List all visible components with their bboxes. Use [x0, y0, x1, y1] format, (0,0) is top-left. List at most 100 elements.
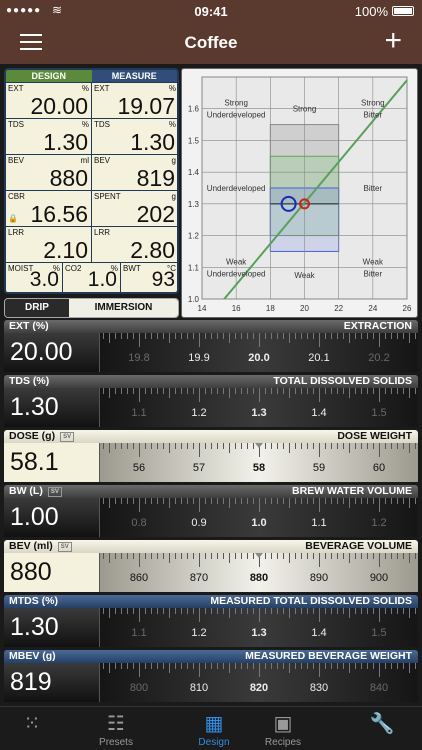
grid-cell-bwt[interactable]: BWT °C 93	[121, 263, 177, 292]
ruler-tick-label: 900	[369, 572, 389, 584]
ruler-tick	[355, 608, 356, 614]
grid-cell-co2[interactable]: CO2% 1.0	[63, 263, 120, 292]
sv-badge: SV	[57, 542, 72, 552]
grid-cell-moist[interactable]: MOIST% 3.0	[6, 263, 62, 292]
ruler-ticks	[100, 388, 418, 404]
cell-label: BEV	[94, 156, 111, 165]
ruler-tick	[277, 443, 278, 449]
ruler-tick-label: 1.1	[131, 627, 147, 639]
cell-unit: %	[81, 84, 89, 93]
y-tick-label: 1.0	[188, 295, 200, 304]
ruler-tick	[205, 608, 206, 614]
dose-ruler[interactable]: 56 57 58 59 60	[100, 443, 418, 482]
ruler-tick	[235, 333, 236, 339]
bev-value[interactable]: 880	[4, 553, 100, 592]
cell-value: 819	[136, 165, 175, 191]
ruler-tick	[319, 333, 320, 347]
ruler-tick	[139, 498, 140, 512]
bw-value[interactable]: 1.00	[4, 498, 100, 537]
value-pointer	[255, 553, 263, 558]
extraction-chart[interactable]: Strong Underdeveloped Strong Strong Bitter Un…	[181, 68, 418, 318]
ruler-tick	[337, 388, 338, 394]
grid-cell-ext-measure[interactable]: EXT% 19.07	[92, 83, 177, 118]
grid-icon: ⁙	[23, 713, 41, 735]
ruler-tick	[367, 443, 368, 449]
ruler-tick	[229, 553, 230, 563]
ruler-tick	[361, 443, 362, 449]
grid-cell-bev-measure[interactable]: BEV g 819	[92, 155, 177, 191]
mbev-header: MBEV (g) MEASURED BEVERAGE WEIGHT	[4, 650, 418, 663]
grid-cell-lrr-measure[interactable]: LRR 2.80	[92, 227, 177, 262]
grid-cell-tds-design[interactable]: TDS% 1.30	[6, 119, 91, 154]
grid-cell-cbr-design[interactable]: CBR 16.56 🔒	[6, 191, 91, 226]
ruler-tick	[247, 608, 248, 614]
tds-title: TOTAL DISSOLVED SOLIDS	[273, 375, 412, 387]
tds-ruler[interactable]: 1.1 1.2 1.3 1.4 1.5	[100, 388, 418, 427]
ruler-tick-label: 1.0	[251, 517, 267, 529]
ruler-tick	[145, 333, 146, 339]
mbev-value[interactable]: 819	[4, 663, 100, 702]
ruler-tick	[397, 663, 398, 669]
ruler-tick	[193, 498, 194, 504]
ruler-tick-label: 0.9	[191, 517, 207, 529]
dose-value[interactable]: 58.1	[4, 443, 100, 482]
tab-design[interactable]: ▦ Design	[184, 711, 244, 748]
cell-value: 93	[151, 268, 175, 291]
grid-cell-tds-measure[interactable]: TDS% 1.30	[92, 119, 177, 154]
ruler-tick	[301, 498, 302, 504]
x-tick-label: 16	[232, 304, 241, 313]
nav-bar: Coffee +	[0, 22, 422, 64]
ruler-tick	[313, 553, 314, 559]
ruler-tick	[403, 608, 404, 614]
ruler-tick	[145, 443, 146, 449]
ruler-tick	[301, 663, 302, 669]
immersion-mode-button[interactable]: IMMERSION	[69, 299, 178, 317]
ruler-tick	[343, 333, 344, 339]
ruler-tick	[217, 663, 218, 669]
grid-cell-bev-design[interactable]: BEV ml 880	[6, 155, 91, 190]
grid-cell-lrr-design[interactable]: LRR 2.10	[6, 227, 91, 262]
tab-presets[interactable]: ☷ Presets	[86, 711, 146, 748]
tab-recipes[interactable]: ▣ Recipes	[253, 711, 313, 748]
grid-cell-spent-measure[interactable]: SPENT g 202	[92, 191, 177, 226]
add-icon[interactable]: +	[384, 26, 402, 56]
ruler-tick	[205, 388, 206, 394]
ruler-tick	[139, 388, 140, 402]
ext-value[interactable]: 20.00	[4, 333, 100, 372]
cell-value: 1.0	[87, 268, 117, 291]
ruler-tick	[409, 498, 410, 508]
ruler-tick	[331, 608, 332, 614]
ruler-tick	[337, 663, 338, 669]
ruler-tick	[397, 333, 398, 339]
mtds-ruler[interactable]: 1.1 1.2 1.3 1.4 1.5	[100, 608, 418, 647]
cell-unit: %	[168, 84, 176, 93]
mbev-ruler[interactable]: 800 810 820 830 840	[100, 663, 418, 702]
ruler-tick	[199, 498, 200, 512]
ruler-tick-label: 870	[189, 572, 209, 584]
ruler-tick	[211, 608, 212, 614]
ruler-tick	[265, 663, 266, 669]
tab-grid[interactable]: ⁙	[2, 711, 62, 737]
ruler-tick	[349, 553, 350, 563]
bw-ruler[interactable]: 0.8 0.9 1.0 1.1 1.2	[100, 498, 418, 537]
ruler-tick	[193, 443, 194, 449]
ruler-tick	[325, 553, 326, 559]
bev-header: BEV (ml) SV BEVERAGE VOLUME	[4, 540, 418, 553]
cell-label: BWT	[123, 264, 141, 273]
tds-value[interactable]: 1.30	[4, 388, 100, 427]
mtds-value[interactable]: 1.30	[4, 608, 100, 647]
ruler-tick	[379, 333, 380, 347]
bev-ruler[interactable]: 860 870 880 890 900	[100, 553, 418, 592]
ruler-tick	[361, 388, 362, 394]
ext-ruler[interactable]: 19.8 19.9 20.0 20.1 20.2	[100, 333, 418, 372]
calculator-icon: ▦	[204, 713, 224, 735]
measure-header: MEASURE	[91, 70, 177, 82]
ruler-tick	[253, 443, 254, 449]
dose-header: DOSE (g) SV DOSE WEIGHT	[4, 430, 418, 443]
drip-mode-button[interactable]: DRIP	[5, 299, 69, 317]
tab-tools[interactable]: 🔧	[352, 711, 412, 737]
ruler-tick	[307, 498, 308, 504]
grid-cell-ext-design[interactable]: EXT% 20.00	[6, 83, 91, 118]
battery-icon	[392, 6, 414, 16]
ruler-tick	[379, 443, 380, 457]
